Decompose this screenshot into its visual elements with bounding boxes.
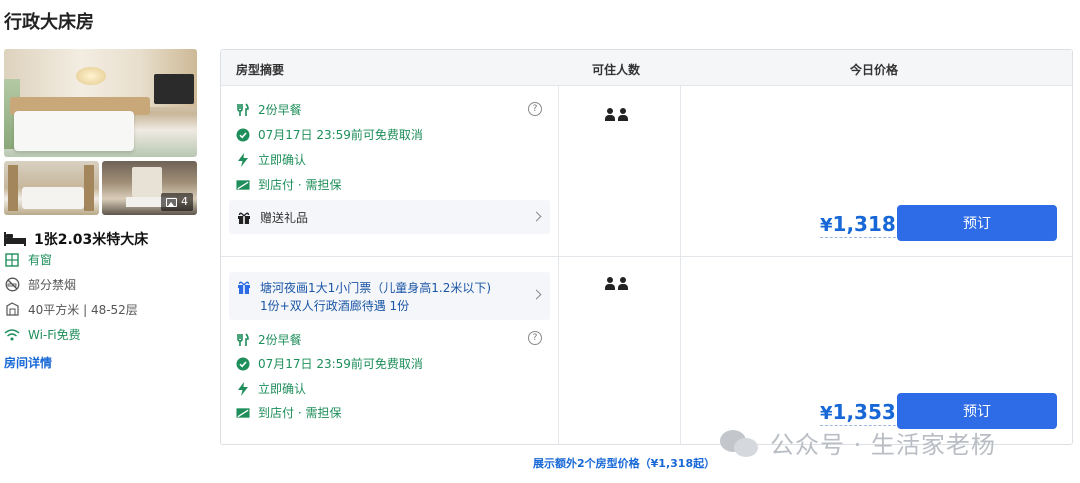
payment-item: 到店付 · 需担保 (236, 176, 341, 193)
room-photo-main[interactable] (4, 49, 197, 157)
payment-text: 到店付 · 需担保 (258, 406, 342, 420)
cancel-policy-text: 07月17日 23:59前可免费取消 (258, 128, 423, 142)
breakfast-item: 2份早餐 (236, 101, 302, 118)
gift-text: 赠送礼品 (260, 211, 309, 225)
person-icon (618, 108, 628, 121)
bed-type-label: 1张2.03米特大床 (34, 232, 149, 248)
occupancy-icons (605, 277, 628, 290)
feature-window-label: 有窗 (28, 253, 53, 267)
package-item[interactable]: 塘河夜画1大1小门票（儿童身高1.2米以下) 1份+双人行政酒廊待遇 1份 (229, 272, 550, 320)
room-photo-thumb-1[interactable] (4, 161, 99, 215)
gift-item[interactable]: 赠送礼品 (229, 200, 550, 234)
feature-window: 有窗 (4, 251, 52, 268)
header-occupancy: 可住人数 (592, 63, 641, 77)
help-icon[interactable]: ? (528, 102, 542, 116)
instant-confirm-text: 立即确认 (258, 153, 307, 167)
photo-count: 4 (181, 195, 188, 208)
breakfast-item: 2份早餐 (236, 331, 302, 348)
instant-confirm-item: 立即确认 (236, 151, 306, 168)
cancel-policy-item: 07月17日 23:59前可免费取消 (236, 355, 423, 372)
feature-area: 40平方米 | 48-52层 (4, 301, 138, 318)
feature-wifi: Wi-Fi免费 (4, 326, 81, 343)
breakfast-icon (236, 102, 250, 117)
breakfast-text: 2份早餐 (258, 333, 302, 347)
instant-confirm-text: 立即确认 (258, 382, 307, 396)
room-details-link[interactable]: 房间详情 (4, 354, 52, 371)
person-icon (618, 277, 628, 290)
header-price: 今日价格 (850, 63, 899, 77)
chevron-right-icon (531, 289, 542, 300)
header-summary: 房型摘要 (236, 63, 285, 77)
photo-count-badge[interactable]: 4 (161, 193, 193, 211)
help-icon[interactable]: ? (528, 331, 542, 345)
breakfast-text: 2份早餐 (258, 103, 302, 117)
occupancy-icons (605, 108, 628, 121)
package-icon (237, 280, 251, 294)
cancel-policy-text: 07月17日 23:59前可免费取消 (258, 357, 423, 371)
feature-smoking-label: 部分禁烟 (28, 278, 77, 292)
show-more-rates-link[interactable]: 展示额外2个房型价格（¥1,318起） (533, 455, 715, 471)
person-icon (605, 277, 615, 290)
gift-icon (237, 210, 251, 224)
payment-item: 到店付 · 需担保 (236, 404, 341, 421)
lightning-icon (236, 381, 250, 396)
book-button[interactable]: 预订 (897, 393, 1057, 429)
check-circle-icon (236, 357, 250, 371)
price-value: ¥1,353 (820, 400, 896, 426)
rate-plan-row: 塘河夜画1大1小门票（儿童身高1.2米以下) 1份+双人行政酒廊待遇 1份 2份… (221, 257, 1072, 445)
check-circle-icon (236, 128, 250, 142)
room-title: 行政大床房 (4, 12, 94, 33)
bed-icon (4, 232, 26, 246)
bed-type: 1张2.03米特大床 (4, 229, 148, 249)
area-icon (4, 302, 20, 318)
rate-plan-row: 2份早餐 ? 07月17日 23:59前可免费取消 立即确认 到店付 · 需担保 (221, 86, 1072, 257)
package-line-2: 1份+双人行政酒廊待遇 1份 (260, 299, 410, 313)
breakfast-icon (236, 332, 250, 347)
lightning-icon (236, 152, 250, 167)
pay-at-hotel-icon (236, 178, 250, 192)
watermark: 公众号 · 生活家老杨 (720, 425, 996, 460)
rate-plan-table: 房型摘要 可住人数 今日价格 2份早餐 ? 07月17日 23:59前可免费取消… (220, 49, 1073, 445)
watermark-text: 公众号 · 生活家老杨 (770, 431, 996, 459)
price-value: ¥1,318 (820, 212, 896, 238)
wechat-icon (720, 428, 760, 458)
feature-area-label: 40平方米 | 48-52层 (28, 303, 138, 317)
chevron-right-icon (531, 211, 542, 222)
person-icon (605, 108, 615, 121)
feature-smoking: 部分禁烟 (4, 276, 76, 293)
wifi-icon (4, 327, 20, 343)
table-header: 房型摘要 可住人数 今日价格 (221, 50, 1072, 86)
pay-at-hotel-icon (236, 406, 250, 420)
package-line-1: 塘河夜画1大1小门票（儿童身高1.2米以下) (260, 281, 492, 295)
window-icon (4, 252, 20, 268)
feature-wifi-label: Wi-Fi免费 (28, 328, 81, 342)
book-button[interactable]: 预订 (897, 205, 1057, 241)
image-icon (166, 197, 177, 207)
instant-confirm-item: 立即确认 (236, 380, 306, 397)
cancel-policy-item: 07月17日 23:59前可免费取消 (236, 126, 423, 143)
payment-text: 到店付 · 需担保 (258, 178, 342, 192)
room-photo-thumb-2[interactable]: 4 (102, 161, 197, 215)
no-smoking-icon (4, 277, 20, 293)
